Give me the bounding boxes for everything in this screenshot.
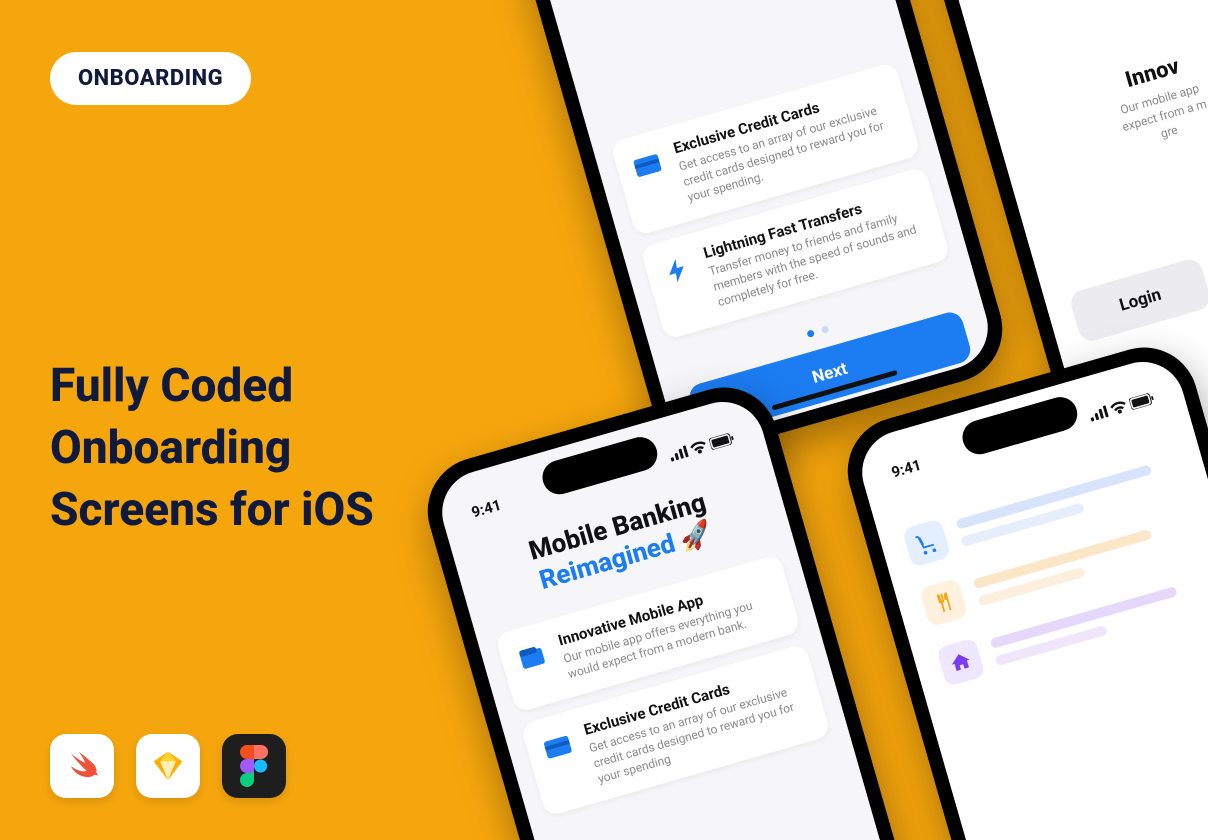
swift-icon — [50, 734, 114, 798]
sketch-icon — [136, 734, 200, 798]
wifi-icon — [1109, 400, 1128, 416]
pager-dot — [821, 325, 830, 334]
headline-line-1: Fully Coded — [50, 359, 293, 413]
signal-icon — [1088, 405, 1109, 421]
headline-line-3: Screens for iOS — [50, 483, 374, 537]
wallet-icon — [510, 636, 555, 681]
lightning-icon — [655, 248, 700, 293]
cart-icon — [902, 518, 951, 567]
wifi-icon — [689, 440, 708, 456]
home-icon — [936, 637, 985, 686]
battery-icon — [709, 432, 735, 450]
tool-icons-row — [50, 734, 286, 798]
status-time: 9:41 — [469, 496, 503, 522]
login-button[interactable]: Login — [1068, 257, 1208, 344]
status-icons — [1088, 392, 1155, 422]
badge-onboarding: ONBOARDING — [50, 52, 251, 105]
signal-icon — [668, 445, 689, 461]
status-icons — [668, 432, 735, 462]
credit-card-icon — [535, 724, 580, 769]
food-icon — [919, 578, 968, 627]
headline-line-2: Onboarding — [50, 421, 291, 475]
credit-card-icon — [625, 143, 670, 188]
partial-line: gre — [1159, 122, 1179, 140]
figma-icon — [222, 734, 286, 798]
status-time: 9:41 — [889, 456, 923, 482]
pager-dot-active — [806, 329, 815, 338]
phone-mock-4: 9:41 — [835, 335, 1208, 840]
battery-icon — [1129, 392, 1155, 410]
